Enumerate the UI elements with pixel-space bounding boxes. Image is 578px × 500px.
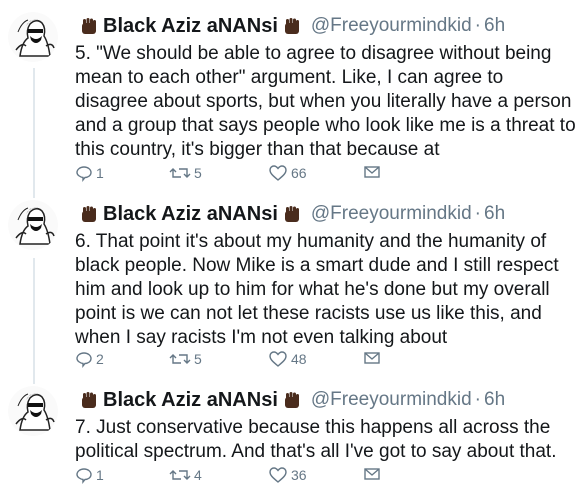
reply-icon	[76, 166, 92, 182]
avatar-image	[8, 200, 58, 250]
user-handle[interactable]: @Freeyourmindkid	[311, 15, 472, 37]
tweet-text-line: political spectrum. And that's all I've …	[75, 441, 557, 462]
reply-icon	[76, 352, 92, 368]
tweet-actions: 1 5 66	[75, 164, 495, 188]
reply-count: 1	[96, 467, 104, 483]
like-count: 48	[291, 351, 307, 367]
envelope-icon	[364, 352, 380, 364]
tweet-text-line: him and look up to him for what he's don…	[75, 279, 550, 300]
separator-dot: ·	[474, 203, 481, 224]
tweet-text-line: point is we can not let these racists us…	[75, 303, 542, 324]
reply-icon	[76, 468, 92, 484]
thread-connector-line	[33, 258, 35, 384]
display-name[interactable]: Black Aziz aNANsi	[103, 389, 278, 412]
tweet-header: Black Aziz aNANsi @Freeyourmindkid · 6h	[75, 386, 505, 414]
raised-fist-emoji	[79, 204, 99, 224]
raised-fist-emoji	[282, 16, 302, 36]
heart-icon	[269, 467, 287, 483]
retweet-icon	[169, 168, 191, 178]
like-button[interactable]: 66	[268, 164, 307, 182]
retweet-icon	[169, 470, 191, 480]
display-name[interactable]: Black Aziz aNANsi	[103, 15, 278, 38]
tweet-text-line: 6. That point it's about my humanity and…	[75, 231, 547, 252]
reply-count: 2	[96, 351, 104, 367]
timestamp[interactable]: 6h	[484, 389, 505, 411]
avatar-image	[8, 386, 58, 436]
avatar-image	[8, 12, 58, 62]
like-count: 36	[291, 467, 307, 483]
separator-dot: ·	[474, 15, 481, 36]
raised-fist-emoji	[282, 204, 302, 224]
like-button[interactable]: 48	[268, 350, 307, 368]
reply-button[interactable]: 1	[75, 164, 104, 182]
avatar[interactable]	[8, 12, 58, 62]
raised-fist-emoji	[79, 16, 99, 36]
avatar[interactable]	[8, 200, 58, 250]
tweet-header: Black Aziz aNANsi @Freeyourmindkid · 6h	[75, 200, 505, 228]
retweet-count: 5	[194, 351, 202, 367]
retweet-button[interactable]: 4	[169, 466, 202, 484]
like-count: 66	[291, 165, 307, 181]
retweet-button[interactable]: 5	[169, 350, 202, 368]
like-button[interactable]: 36	[268, 466, 307, 484]
tweet-header: Black Aziz aNANsi @Freeyourmindkid · 6h	[75, 12, 505, 40]
tweet-text-line: 7. Just conservative because this happen…	[75, 417, 551, 438]
raised-fist-emoji	[79, 390, 99, 410]
retweet-count: 5	[194, 165, 202, 181]
user-handle[interactable]: @Freeyourmindkid	[311, 389, 472, 411]
tweet-text-line: black people. Now Mike is a smart dude a…	[75, 255, 559, 276]
avatar[interactable]	[8, 386, 58, 436]
tweet-text: 7. Just conservative because this happen…	[75, 416, 570, 464]
heart-icon	[269, 351, 287, 367]
direct-message-button[interactable]	[363, 466, 381, 482]
envelope-icon	[364, 166, 380, 178]
retweet-count: 4	[194, 467, 202, 483]
tweet-actions: 2 5 48	[75, 350, 495, 374]
tweet-text-line: disagree about sports, but when you lite…	[75, 91, 572, 112]
user-handle[interactable]: @Freeyourmindkid	[311, 203, 472, 225]
direct-message-button[interactable]	[363, 164, 381, 180]
tweet-text-line: 5. "We should be able to agree to disagr…	[75, 43, 552, 64]
envelope-icon	[364, 468, 380, 480]
display-name[interactable]: Black Aziz aNANsi	[103, 203, 278, 226]
retweet-icon	[169, 354, 191, 364]
reply-button[interactable]: 2	[75, 350, 104, 368]
heart-icon	[269, 165, 287, 181]
tweet-actions: 1 4 36	[75, 466, 495, 490]
tweet-text-line: and a group that says people who look li…	[75, 115, 576, 136]
tweet-text: 6. That point it's about my humanity and…	[75, 230, 570, 350]
timestamp[interactable]: 6h	[484, 15, 505, 37]
raised-fist-emoji	[282, 390, 302, 410]
thread-connector-line	[33, 68, 35, 198]
timestamp[interactable]: 6h	[484, 203, 505, 225]
direct-message-button[interactable]	[363, 350, 381, 366]
tweet-text-line: when I say racists I'm not even talking …	[75, 327, 448, 348]
tweet-text-line: this country, it's bigger than that beca…	[75, 139, 440, 160]
tweet-text-line: mean to each other" argument. Like, I ca…	[75, 67, 504, 88]
reply-count: 1	[96, 165, 104, 181]
tweet-text: 5. "We should be able to agree to disagr…	[75, 42, 576, 162]
reply-button[interactable]: 1	[75, 466, 104, 484]
separator-dot: ·	[474, 389, 481, 410]
retweet-button[interactable]: 5	[169, 164, 202, 182]
